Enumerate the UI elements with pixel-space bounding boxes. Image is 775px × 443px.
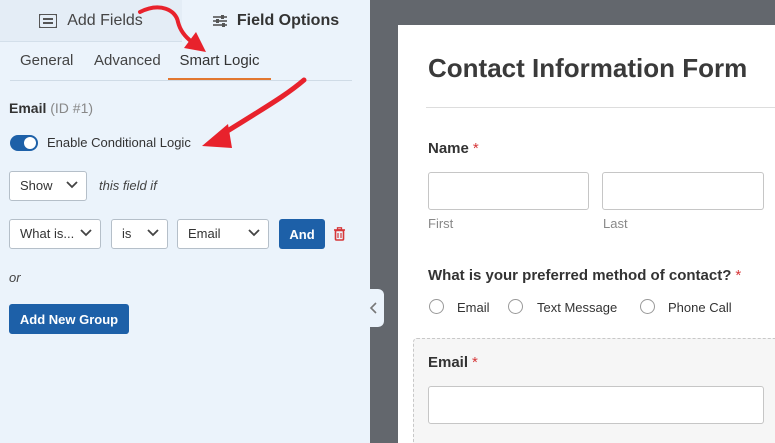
last-name-input[interactable]	[602, 172, 764, 210]
action-suffix: this field if	[99, 178, 157, 193]
rule-operator-select[interactable]: is	[111, 219, 168, 249]
radio-text-message-label: Text Message	[537, 300, 618, 315]
first-name-input[interactable]	[428, 172, 589, 210]
name-label-text: Name	[428, 140, 469, 157]
email-label-text: Email	[428, 354, 469, 371]
field-name: Email	[9, 100, 47, 116]
first-sublabel: First	[428, 216, 454, 231]
tab-advanced[interactable]: Advanced	[94, 42, 161, 80]
radio-phone-call[interactable]	[640, 299, 655, 314]
options-subtabs: General Advanced Smart Logic	[0, 42, 370, 81]
radio-email[interactable]	[429, 299, 444, 314]
form-preview: Contact Information Form Name * First Las…	[370, 0, 775, 443]
collapse-panel-handle[interactable]	[364, 289, 384, 327]
conditional-logic-toggle[interactable]	[10, 135, 38, 151]
chevron-down-icon	[147, 229, 159, 237]
required-marker: *	[472, 140, 479, 157]
radio-text-message[interactable]	[508, 299, 523, 314]
rule-field-value: What is...	[20, 226, 75, 241]
contact-method-label-text: What is your preferred method of contact…	[428, 267, 732, 284]
chevron-left-icon	[369, 302, 377, 314]
required-marker: *	[472, 354, 478, 371]
list-icon	[39, 13, 58, 28]
rule-value-select[interactable]: Email	[177, 219, 269, 249]
required-marker: *	[735, 267, 742, 284]
action-select-value: Show	[20, 178, 53, 193]
chevron-down-icon	[66, 181, 78, 189]
subtabs-divider	[10, 80, 352, 81]
chevron-down-icon	[80, 229, 92, 237]
field-id: (ID #1)	[50, 100, 94, 116]
trash-icon[interactable]	[333, 227, 346, 241]
rule-field-select[interactable]: What is...	[9, 219, 101, 249]
last-sublabel: Last	[603, 216, 628, 231]
add-new-group-button[interactable]: Add New Group	[9, 304, 129, 334]
tab-general[interactable]: General	[20, 42, 73, 80]
and-button[interactable]: And	[279, 219, 325, 249]
email-field-label: Email *	[428, 354, 478, 371]
tab-add-fields[interactable]: Add Fields	[0, 0, 182, 42]
rule-value-value: Email	[188, 226, 221, 241]
action-select[interactable]: Show	[9, 171, 87, 201]
form-card: Contact Information Form Name * First Las…	[398, 25, 775, 443]
field-heading: Email (ID #1)	[9, 100, 93, 116]
tab-add-fields-label: Add Fields	[67, 11, 143, 29]
contact-method-label: What is your preferred method of contact…	[428, 267, 741, 284]
radio-phone-call-label: Phone Call	[668, 300, 732, 315]
radio-email-label: Email	[457, 300, 490, 315]
email-input[interactable]	[428, 386, 764, 424]
tab-field-options[interactable]: Field Options	[182, 0, 370, 42]
rule-operator-value: is	[122, 226, 132, 241]
panel-tabs: Add Fields Field Options	[0, 0, 370, 42]
title-divider	[426, 107, 775, 108]
sliders-icon	[212, 14, 227, 28]
chevron-down-icon	[248, 229, 260, 237]
tab-smart-logic[interactable]: Smart Logic	[168, 42, 271, 81]
field-options-panel: Add Fields Field Options General Advance…	[0, 0, 370, 443]
name-field-label: Name *	[428, 140, 479, 157]
tab-field-options-label: Field Options	[236, 12, 340, 29]
conditional-logic-toggle-label: Enable Conditional Logic	[47, 135, 191, 150]
form-title: Contact Information Form	[428, 53, 748, 83]
or-separator: or	[9, 270, 21, 285]
